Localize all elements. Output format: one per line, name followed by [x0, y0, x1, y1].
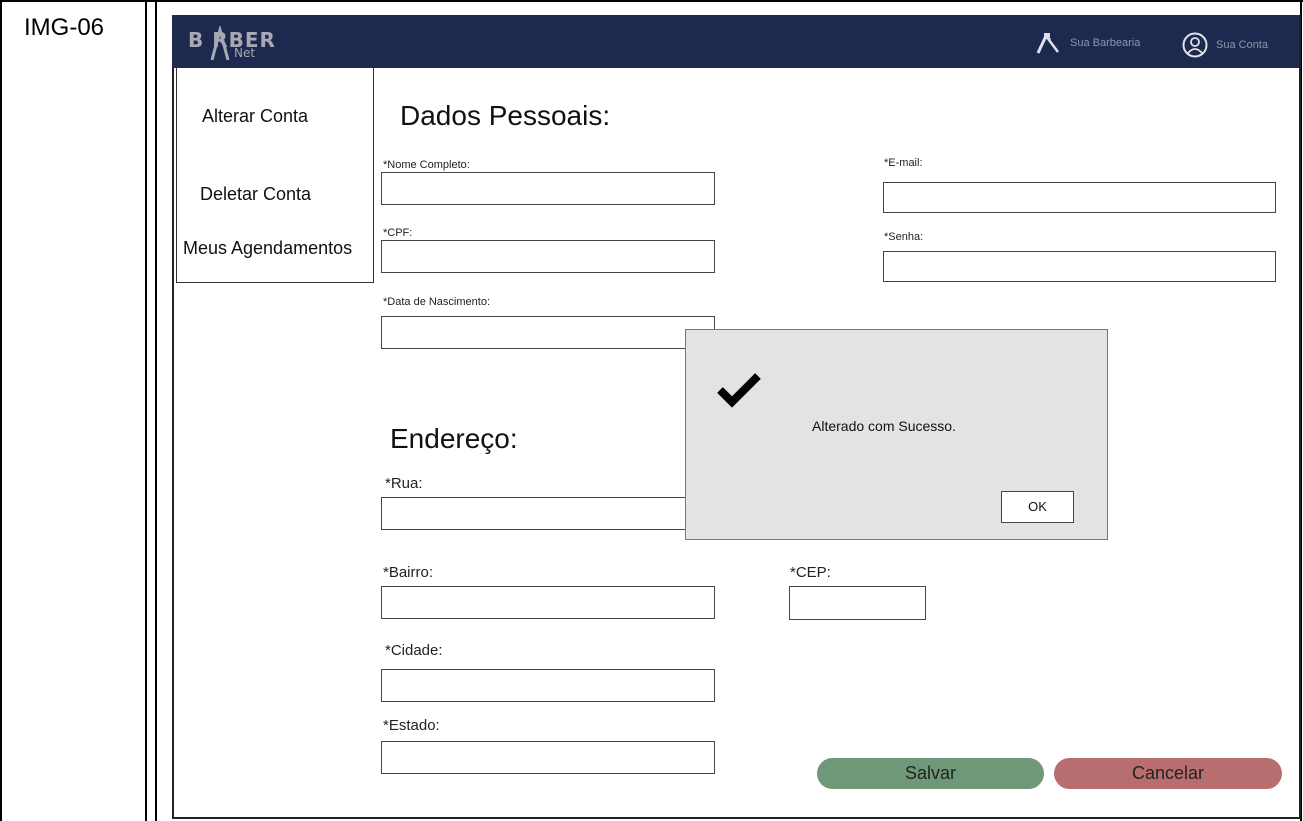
label-senha: *Senha: [884, 231, 924, 243]
table-border-left [0, 0, 2, 821]
label-rua: *Rua: [385, 475, 423, 492]
nav-label-sua-conta: Sua Conta [1216, 39, 1268, 51]
label-cidade: *Cidade: [385, 642, 443, 659]
section-title-dados-pessoais: Dados Pessoais: [400, 100, 611, 131]
cancel-button[interactable]: Cancelar [1054, 758, 1282, 789]
rua-input[interactable] [381, 497, 715, 530]
table-border-top [0, 0, 1303, 2]
sidebar-item-deletar-conta[interactable]: Deletar Conta [200, 184, 311, 205]
cep-input[interactable] [789, 586, 926, 620]
email-input[interactable] [883, 182, 1276, 213]
senha-input[interactable] [883, 251, 1276, 282]
table-divider-2 [155, 0, 157, 821]
cpf-input[interactable] [381, 240, 715, 273]
label-email: *E-mail: [884, 157, 923, 169]
dialog-message: Alterado com Sucesso. [812, 418, 956, 434]
user-circle-icon [1182, 32, 1208, 58]
logo-subtext: Net [234, 46, 256, 60]
cidade-input[interactable] [381, 669, 715, 702]
estado-input[interactable] [381, 741, 715, 774]
razor-logo-icon [210, 26, 230, 61]
section-title-endereco: Endereço: [390, 423, 518, 454]
label-estado: *Estado: [383, 717, 440, 734]
nav-sua-conta[interactable]: Sua Conta [1182, 32, 1268, 58]
logo-text: B RBER [188, 28, 276, 52]
razor-icon [1036, 32, 1062, 54]
sidebar-item-meus-agendamentos[interactable]: Meus Agendamentos [183, 238, 352, 259]
table-divider-1 [145, 0, 147, 821]
save-button[interactable]: Salvar [817, 758, 1044, 789]
label-cpf: *CPF: [383, 227, 413, 239]
label-nome-completo: *Nome Completo: [383, 159, 470, 171]
label-cep: *CEP: [790, 564, 831, 581]
bairro-input[interactable] [381, 586, 715, 619]
success-dialog: Alterado com Sucesso. OK [685, 329, 1108, 540]
sidebar-item-alterar-conta[interactable]: Alterar Conta [202, 106, 308, 127]
logo[interactable]: B RBER Net [188, 22, 298, 64]
ok-button[interactable]: OK [1001, 491, 1074, 523]
label-bairro: *Bairro: [383, 564, 434, 581]
data-nascimento-input[interactable] [381, 316, 715, 349]
checkmark-icon [716, 372, 762, 413]
nav-sua-barbearia[interactable]: Sua Barbearia [1036, 32, 1140, 54]
nome-completo-input[interactable] [381, 172, 715, 205]
nav-label-sua-barbearia: Sua Barbearia [1070, 37, 1141, 49]
image-label: IMG-06 [24, 14, 105, 41]
label-data-nascimento: *Data de Nascimento: [383, 296, 490, 308]
